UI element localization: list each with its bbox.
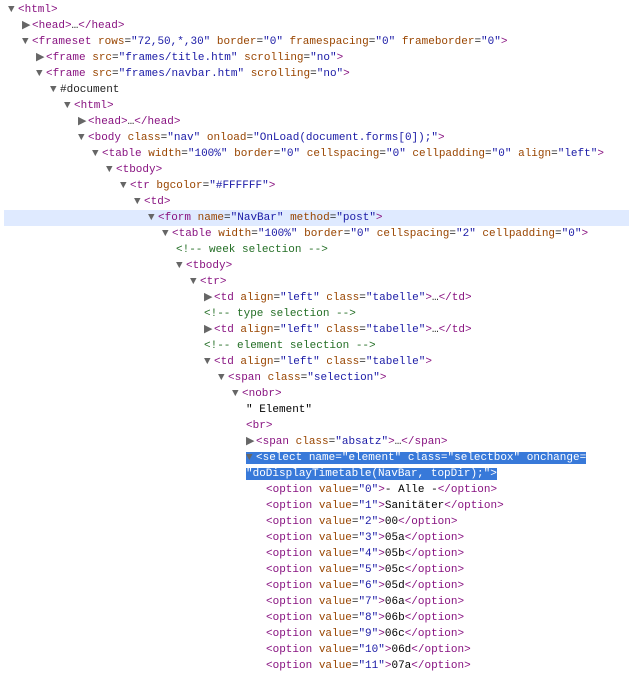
- expand-arrow[interactable]: ▼: [106, 162, 116, 178]
- dom-node-body[interactable]: ▼<body class="nav" onload="OnLoad(docume…: [4, 130, 629, 146]
- dom-node-td-outer[interactable]: ▼<td>: [4, 194, 629, 210]
- dom-node-tr-inner[interactable]: ▼<tr>: [4, 274, 629, 290]
- dom-node-span-selection[interactable]: ▼<span class="selection">: [4, 370, 629, 386]
- dom-node-select-selected[interactable]: ▼<select name="element" class="selectbox…: [4, 450, 629, 482]
- expand-arrow[interactable]: ▼: [232, 386, 242, 402]
- dom-node-html-inner[interactable]: ▼<html>: [4, 98, 629, 114]
- dom-node-table-outer[interactable]: ▼<table width="100%" border="0" cellspac…: [4, 146, 629, 162]
- dom-node-tbody-inner[interactable]: ▼<tbody>: [4, 258, 629, 274]
- expand-arrow[interactable]: ▼: [8, 2, 18, 18]
- dom-node-option[interactable]: <option value="10">06d</option>: [4, 642, 629, 658]
- expand-arrow[interactable]: ▼: [22, 34, 32, 50]
- dom-node-frame-navbar[interactable]: ▼<frame src="frames/navbar.htm" scrollin…: [4, 66, 629, 82]
- expand-arrow[interactable]: ▼: [176, 258, 186, 274]
- dom-node-head-inner[interactable]: ▶<head>…</head>: [4, 114, 629, 130]
- expand-arrow[interactable]: ▼: [162, 226, 172, 242]
- dom-node-html[interactable]: ▼<html>: [4, 2, 629, 18]
- expand-arrow[interactable]: ▼: [246, 450, 256, 466]
- dom-text-element: " Element": [4, 402, 629, 418]
- dom-node-option[interactable]: <option value="8">06b</option>: [4, 610, 629, 626]
- dom-node-option[interactable]: <option value="5">05c</option>: [4, 562, 629, 578]
- dom-node-option[interactable]: <option value="6">05d</option>: [4, 578, 629, 594]
- dom-node-frame-title[interactable]: ▶<frame src="frames/title.htm" scrolling…: [4, 50, 629, 66]
- dom-node-option[interactable]: <option value="2">00</option>: [4, 514, 629, 530]
- expand-arrow[interactable]: ▼: [204, 354, 214, 370]
- dom-node-form[interactable]: ▼<form name="NavBar" method="post">: [4, 210, 629, 226]
- expand-arrow[interactable]: ▼: [134, 194, 144, 210]
- dom-node-option[interactable]: <option value="9">06c</option>: [4, 626, 629, 642]
- dom-node-nobr[interactable]: ▼<nobr>: [4, 386, 629, 402]
- dom-node-td-element[interactable]: ▼<td align="left" class="tabelle">: [4, 354, 629, 370]
- dom-node-frameset[interactable]: ▼<frameset rows="72,50,*,30" border="0" …: [4, 34, 629, 50]
- dom-node-table-inner[interactable]: ▼<table width="100%" border="0" cellspac…: [4, 226, 629, 242]
- dom-node-td-type[interactable]: ▶<td align="left" class="tabelle">…</td>: [4, 322, 629, 338]
- expand-arrow[interactable]: ▼: [218, 370, 228, 386]
- collapse-arrow[interactable]: ▶: [204, 322, 214, 338]
- dom-node-head[interactable]: ▶<head>…</head>: [4, 18, 629, 34]
- dom-node-option[interactable]: <option value="7">06a</option>: [4, 594, 629, 610]
- collapse-arrow[interactable]: ▶: [78, 114, 88, 130]
- dom-node-option[interactable]: <option value="11">07a</option>: [4, 658, 629, 674]
- collapse-arrow[interactable]: ▶: [204, 290, 214, 306]
- expand-arrow[interactable]: ▼: [190, 274, 200, 290]
- dom-node-br: <br>: [4, 418, 629, 434]
- dom-node-option[interactable]: <option value="4">05b</option>: [4, 546, 629, 562]
- dom-comment-type: <!-- type selection -->: [4, 306, 629, 322]
- dom-node-option[interactable]: <option value="0">- Alle -</option>: [4, 482, 629, 498]
- dom-comment-element: <!-- element selection -->: [4, 338, 629, 354]
- collapse-arrow[interactable]: ▶: [36, 50, 46, 66]
- collapse-arrow[interactable]: ▶: [246, 434, 256, 450]
- dom-document-node[interactable]: ▼#document: [4, 82, 629, 98]
- expand-arrow[interactable]: ▼: [120, 178, 130, 194]
- dom-node-option[interactable]: <option value="1">Sanitäter</option>: [4, 498, 629, 514]
- dom-node-tbody-outer[interactable]: ▼<tbody>: [4, 162, 629, 178]
- collapse-arrow[interactable]: ▶: [22, 18, 32, 34]
- expand-arrow[interactable]: ▼: [36, 66, 46, 82]
- dom-node-option[interactable]: <option value="3">05a</option>: [4, 530, 629, 546]
- expand-arrow[interactable]: ▼: [78, 130, 88, 146]
- expand-arrow[interactable]: ▼: [148, 210, 158, 226]
- dom-comment-week: <!-- week selection -->: [4, 242, 629, 258]
- dom-node-td-week[interactable]: ▶<td align="left" class="tabelle">…</td>: [4, 290, 629, 306]
- dom-node-span-absatz[interactable]: ▶<span class="absatz">…</span>: [4, 434, 629, 450]
- expand-arrow[interactable]: ▼: [50, 82, 60, 98]
- dom-node-tr-outer[interactable]: ▼<tr bgcolor="#FFFFFF">: [4, 178, 629, 194]
- expand-arrow[interactable]: ▼: [92, 146, 102, 162]
- expand-arrow[interactable]: ▼: [64, 98, 74, 114]
